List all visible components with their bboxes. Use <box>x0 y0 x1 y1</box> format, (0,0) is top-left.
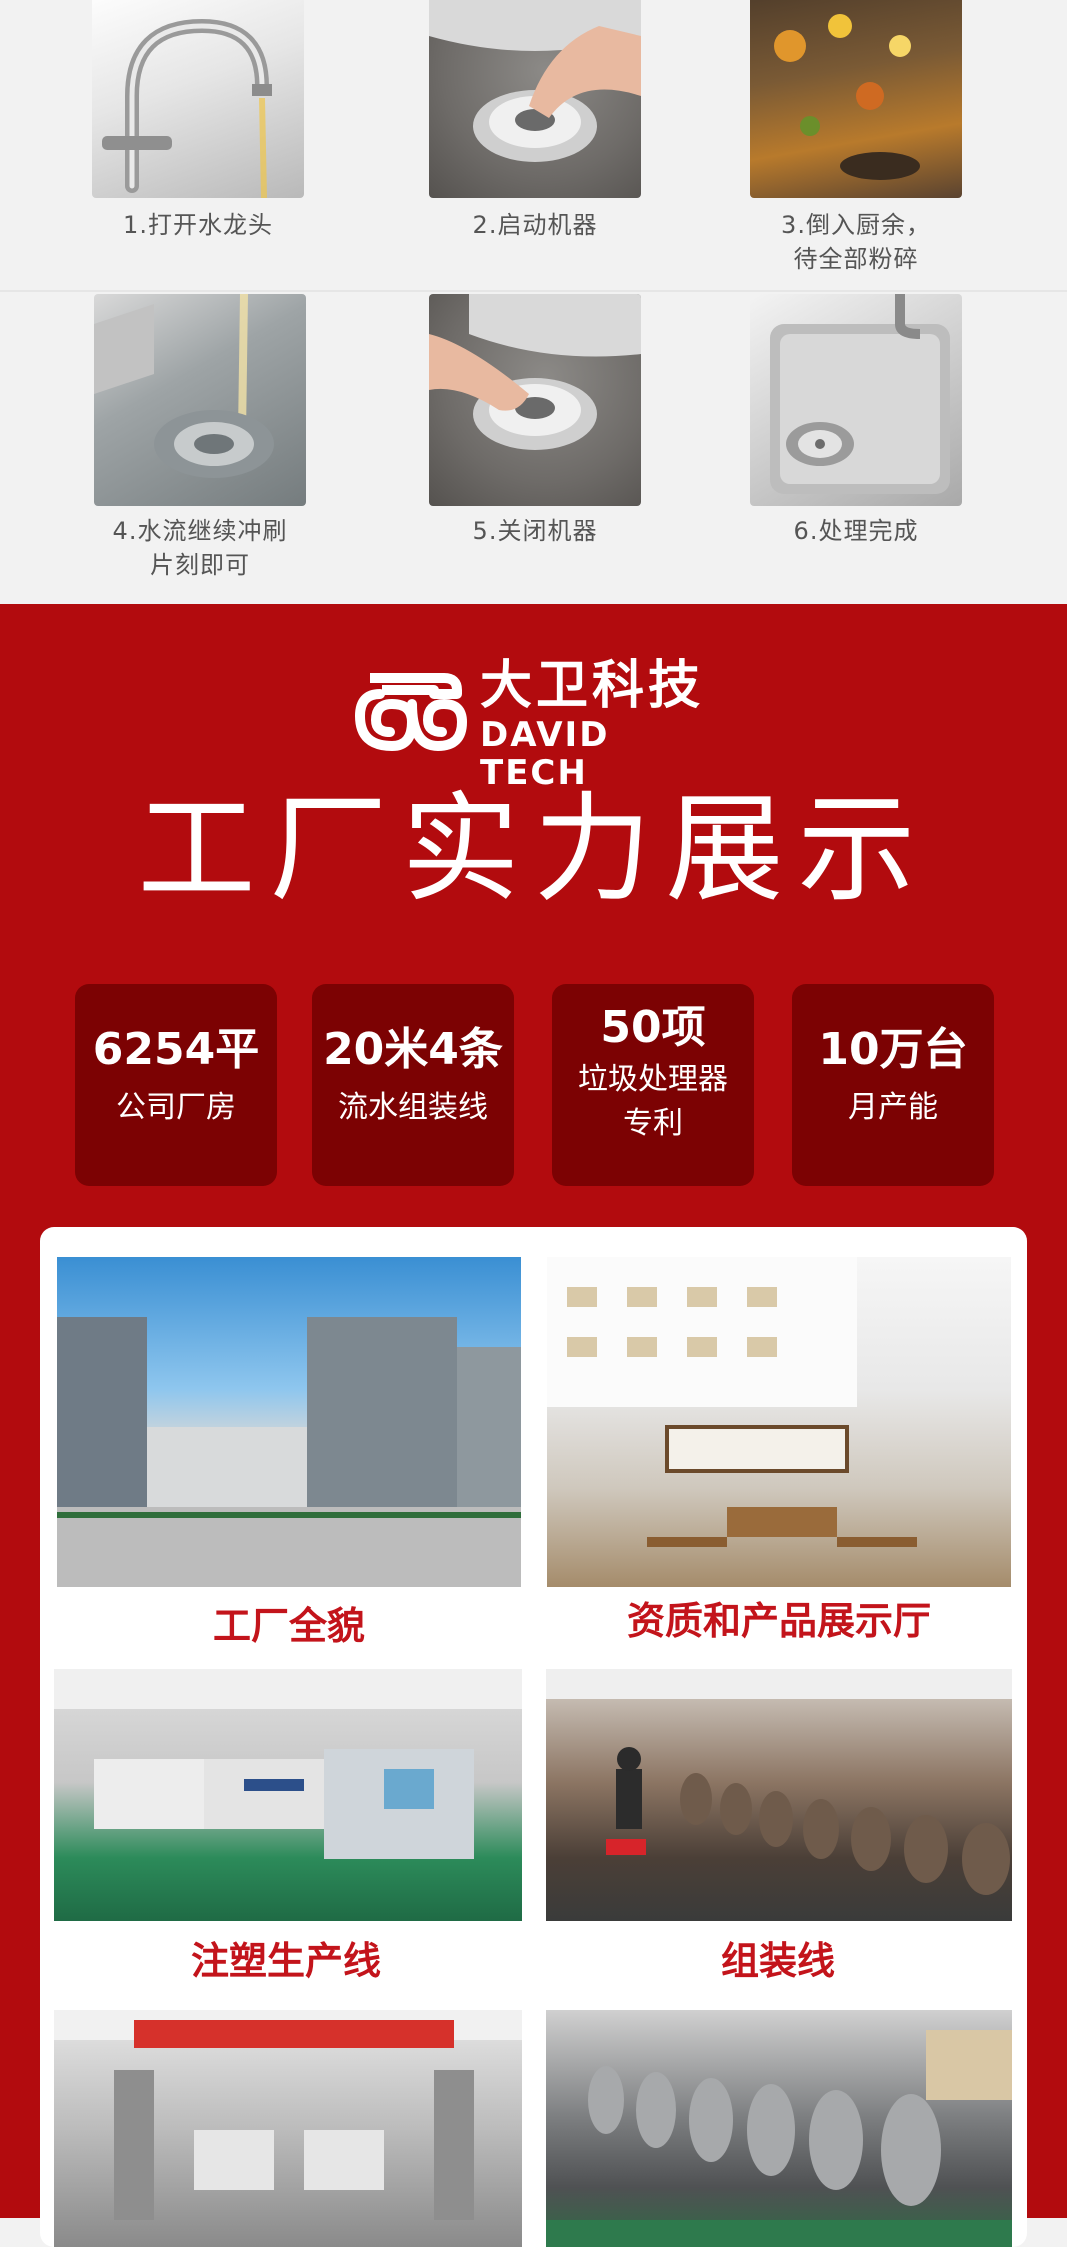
step-caption: 片刻即可 <box>150 551 250 579</box>
faucet-photo <box>92 0 304 198</box>
stat-value: 50项 <box>600 1002 706 1053</box>
photo-label: 工厂全貌 <box>212 1604 365 1648</box>
step-caption: 5.关闭机器 <box>472 517 598 545</box>
push-button-photo <box>429 0 641 198</box>
step-caption: 6.处理完成 <box>793 517 919 545</box>
stat-desc: 专利 <box>623 1106 683 1141</box>
section-headline: 工厂实力展示 <box>137 780 930 918</box>
push-button-photo <box>429 294 641 506</box>
stat-desc: 流水组装线 <box>338 1090 488 1125</box>
steps-divider <box>0 290 1067 292</box>
stat-value: 6254平 <box>92 1024 260 1075</box>
clean-sink-photo <box>750 294 962 506</box>
stat-value: 10万台 <box>818 1024 968 1075</box>
assembly-line-photo <box>546 1669 1012 1921</box>
photo-label: 组装线 <box>720 1939 835 1983</box>
step-caption: 3.倒入厨余， <box>781 211 931 239</box>
photo-label: 注塑生产线 <box>190 1939 381 1983</box>
sink-water-photo <box>94 294 306 506</box>
workshop-photo <box>54 2010 522 2247</box>
stat-desc: 垃圾处理器 <box>578 1062 728 1097</box>
product-row-photo <box>546 2010 1012 2247</box>
step-caption: 4.水流继续冲刷 <box>112 517 288 545</box>
usage-steps-section: 1.打开水龙头 2.启动机器 3.倒入厨余， 待全部粉碎 4.水流继续冲刷 片刻… <box>0 0 1067 604</box>
stat-desc: 公司厂房 <box>116 1090 236 1125</box>
stat-card: 6254平 公司厂房 <box>75 984 277 1186</box>
showroom-photo <box>547 1257 1011 1587</box>
step-caption: 1.打开水龙头 <box>123 211 273 239</box>
factory-building-photo <box>57 1257 521 1587</box>
step-caption: 待全部粉碎 <box>793 245 919 273</box>
brand-name-cn: 大卫科技 <box>480 656 705 716</box>
food-waste-photo <box>750 0 962 198</box>
injection-molding-photo <box>54 1669 522 1921</box>
brand-logo: 大卫科技 DAVID TECH <box>352 656 722 792</box>
stat-card: 10万台 月产能 <box>792 984 994 1186</box>
photo-label: 资质和产品展示厅 <box>626 1599 931 1643</box>
factory-strength-section: 大卫科技 DAVID TECH 工厂实力展示 6254平 公司厂房 20米4条 … <box>0 604 1067 2247</box>
factory-photos-card: 工厂全貌 资质和产品展示厅 注塑生产线 组装线 <box>40 1227 1027 2247</box>
stat-card: 20米4条 流水组装线 <box>312 984 514 1186</box>
stat-card: 50项 垃圾处理器 专利 <box>552 984 754 1186</box>
stat-value: 20米4条 <box>323 1024 503 1075</box>
step-caption: 2.启动机器 <box>472 211 598 239</box>
stat-desc: 月产能 <box>848 1090 938 1125</box>
david-tech-logo-icon <box>354 673 467 752</box>
